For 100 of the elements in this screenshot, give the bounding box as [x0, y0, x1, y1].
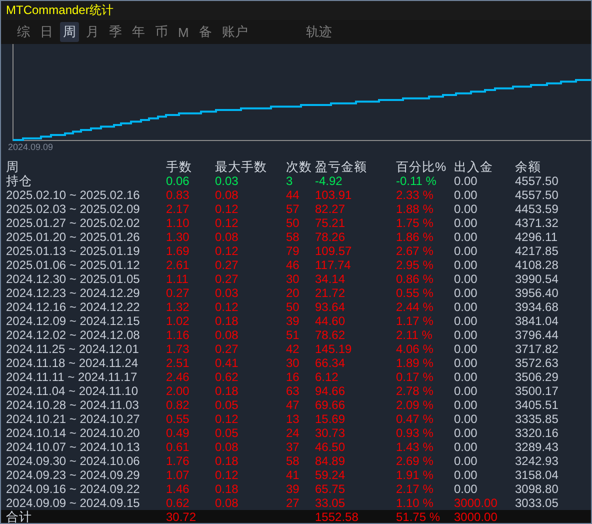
tab[interactable]: 周: [60, 22, 79, 42]
table-cell-text: 0.86 %: [396, 272, 434, 286]
table-cell-text: 59.24: [315, 468, 346, 482]
column-header: 最大手数: [215, 160, 268, 174]
table-cell-text: 0.12: [215, 202, 240, 216]
table-cell-text: 2024.09.09 ~ 2024.09.15: [6, 496, 141, 510]
table-cell-text: 1.89 %: [396, 356, 434, 370]
table-cell-text: 117.74: [315, 258, 352, 272]
table-cell-text: 50: [286, 300, 300, 314]
table-cell-text: 1.07: [166, 468, 190, 482]
table-cell-text: 1.16: [166, 328, 190, 342]
table-cell-text: 2.46: [166, 370, 190, 384]
table-cell-text: 0.00: [454, 328, 478, 342]
table-cell-text: 0.00: [454, 384, 478, 398]
table-cell-text: 0.08: [215, 496, 240, 510]
table-cell-text: 44.60: [315, 314, 346, 328]
table-cell-text: 1.69: [166, 244, 190, 258]
table-cell-text: 1.32: [166, 300, 190, 314]
table-cell-text: 2.51: [166, 356, 190, 370]
table-cell-text: 0.83: [166, 188, 190, 202]
table-cell-text: 47: [286, 398, 300, 412]
table-cell-text: 1.73: [166, 342, 190, 356]
table-cell-text: 0.18: [215, 482, 240, 496]
table-cell-text: 0.00: [454, 258, 478, 272]
table-cell-text: 46: [286, 258, 300, 272]
table-cell-text: 0.82: [166, 398, 190, 412]
table-cell-text: 0.06: [166, 174, 190, 188]
table-cell-text: 0.17 %: [396, 370, 434, 384]
column-header: 次数: [286, 160, 313, 174]
table-cell-text: 2024.10.21 ~ 2024.10.27: [6, 412, 141, 426]
table-cell-text: 4371.32: [515, 216, 560, 230]
table-cell-text: 2024.09.23 ~ 2024.09.29: [6, 468, 141, 482]
table-cell-text: 2025.02.10 ~ 2025.02.16: [6, 188, 141, 202]
table-cell-text: 0.12: [215, 244, 240, 258]
tab[interactable]: 账户: [218, 22, 251, 42]
table-cell-text: 41: [286, 468, 300, 482]
table-cell-text: 0.12: [215, 468, 240, 482]
tab[interactable]: 日: [37, 22, 56, 42]
table-cell-text: 1.11: [166, 272, 190, 286]
table-cell-text: 0.12: [215, 300, 240, 314]
tab[interactable]: 备: [196, 22, 215, 42]
table-cell-text: 3506.29: [515, 370, 560, 384]
table-cell-text: 3: [286, 174, 294, 188]
table-cell-text: 2024.10.07 ~ 2024.10.13: [6, 440, 141, 454]
table-cell-text: 24: [286, 426, 300, 440]
table-cell-text: 1.10 %: [396, 496, 434, 510]
table-cell-text: 0.00: [454, 188, 478, 202]
table-cell-text: 0.27: [215, 272, 240, 286]
tab[interactable]: 币: [152, 22, 171, 42]
tab[interactable]: 月: [83, 22, 102, 42]
table-cell-text: 84.89: [315, 454, 346, 468]
table-cell-text: 0.27: [215, 342, 240, 356]
table-cell-text: 2025.01.13 ~ 2025.01.19: [6, 244, 141, 258]
table-cell-text: 109.57: [315, 244, 353, 258]
table-cell-text: 42: [286, 342, 300, 356]
table-cell-text: 2024.12.09 ~ 2024.12.15: [6, 314, 141, 328]
table-cell-text: 2.44 %: [396, 300, 434, 314]
table-cell-text: 3572.63: [515, 356, 560, 370]
table-cell-text: 2024.12.16 ~ 2024.12.22: [6, 300, 141, 314]
table-cell-text: 1552.58: [315, 510, 360, 523]
table-cell-text: 21.72: [315, 286, 346, 300]
table-cell-text: 2.61: [166, 258, 190, 272]
table-cell-text: 0.00: [454, 398, 478, 412]
table-cell-text: 3320.16: [515, 426, 560, 440]
table-cell-text: 69.66: [315, 398, 346, 412]
table-cell-text: 2.17: [166, 202, 190, 216]
table-cell-text: 3335.85: [515, 412, 560, 426]
table-cell-text: 0.41: [215, 356, 240, 370]
table-cell-text: 0.18: [215, 314, 240, 328]
table-cell-text: 2024.11.18 ~ 2024.11.24: [6, 356, 140, 370]
table-cell-text: 4453.59: [515, 202, 560, 216]
column-header: 周: [6, 160, 20, 174]
table-cell-text: 51: [286, 328, 300, 342]
table-cell-text: 2.78 %: [396, 384, 434, 398]
tab[interactable]: M: [175, 24, 192, 40]
table-cell-text: 3405.51: [515, 398, 560, 412]
table-cell-text: 82.27: [315, 202, 346, 216]
table-cell-text: 0.18: [215, 454, 240, 468]
table-cell-text: 57: [286, 202, 300, 216]
table-cell-text: 13: [286, 412, 300, 426]
table-cell-text: 30: [286, 272, 300, 286]
table-cell-text: 4557.50: [515, 188, 560, 202]
tab[interactable]: 季: [106, 22, 125, 42]
table-cell-text: 78.62: [315, 328, 346, 342]
column-header: 出入金: [454, 160, 494, 174]
column-header: 百分比%: [396, 160, 448, 174]
tab[interactable]: 年: [129, 22, 148, 42]
table-cell-text: 0.00: [454, 482, 478, 496]
tab[interactable]: 轨迹: [302, 22, 335, 42]
table-cell-text: 58: [286, 454, 300, 468]
table-cell-text: 2.67 %: [396, 244, 434, 258]
table-cell-text: 0.00: [454, 286, 478, 300]
table-cell-text: 2024.11.25 ~ 2024.12.01: [6, 342, 140, 356]
table-cell-text: 2.69 %: [396, 454, 434, 468]
tab[interactable]: 综: [14, 22, 33, 42]
table-cell-text: 37: [286, 440, 300, 454]
table-cell-text: 63: [286, 384, 300, 398]
table-cell-text: 4108.28: [515, 258, 560, 272]
table-cell-text: 4296.11: [515, 230, 558, 244]
table-cell-text: 1.02: [166, 314, 190, 328]
